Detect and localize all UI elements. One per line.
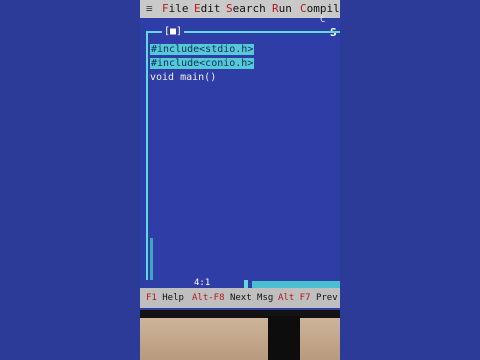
menu-edit[interactable]: Edit (194, 0, 221, 18)
code-line-text: void main() (150, 72, 217, 83)
menu-edit-hotkey: E (194, 2, 201, 15)
hint-key: Alt-F8 (192, 293, 225, 303)
editor-window[interactable]: [■] #include<stdio.h> #include<conio.h> … (146, 26, 340, 303)
menu-search-hotkey: S (226, 2, 233, 15)
hint-label: Help (162, 293, 184, 303)
code-area[interactable]: #include<stdio.h> #include<conio.h> void… (150, 43, 255, 85)
menu-file[interactable]: File (162, 0, 189, 18)
hint-prev-msg[interactable]: Alt F7 Prev (278, 288, 338, 308)
hint-label: Next Msg (229, 293, 274, 303)
left-background (0, 0, 140, 360)
menu-file-hotkey: F (162, 2, 169, 15)
code-line-text: #include<stdio.h> (150, 44, 255, 55)
ide-screen: ≡ File Edit Search Run Compile C S [■] #… (140, 0, 340, 310)
menu-search[interactable]: Search (226, 0, 266, 18)
menu-edit-label: dit (200, 2, 221, 15)
code-line: #include<stdio.h> (150, 43, 255, 57)
menu-compile-label: ompile (306, 2, 340, 15)
hint-next-msg[interactable]: Alt-F8 Next Msg (192, 288, 273, 308)
monitor-stand (268, 316, 300, 360)
menu-run-hotkey: R (272, 2, 279, 15)
code-line: #include<conio.h> (150, 57, 255, 71)
hint-key: F1 (146, 293, 157, 303)
menu-run-label: un (278, 2, 292, 15)
menu-search-label: earch (232, 2, 266, 15)
window-badge: C (320, 15, 326, 25)
right-background (340, 0, 480, 360)
menu-bar: ≡ File Edit Search Run Compile (140, 0, 340, 18)
desk-surface (140, 318, 340, 360)
hint-key: Alt F7 (278, 293, 311, 303)
code-line: void main() (150, 71, 254, 85)
hint-label: Prev (315, 293, 338, 303)
hint-help[interactable]: F1 Help (146, 288, 184, 308)
cursor-position: 4:1 (194, 278, 211, 288)
menu-compile-hotkey: C (300, 2, 307, 15)
menu-file-label: ile (168, 2, 189, 15)
close-window-button[interactable]: [■] (162, 26, 185, 37)
system-menu-icon[interactable]: ≡ (146, 0, 153, 18)
hint-bar: F1 Help Alt-F8 Next Msg Alt F7 Prev (140, 288, 340, 308)
code-line-text: #include<conio.h> (150, 58, 255, 69)
menu-run[interactable]: Run (272, 0, 292, 18)
